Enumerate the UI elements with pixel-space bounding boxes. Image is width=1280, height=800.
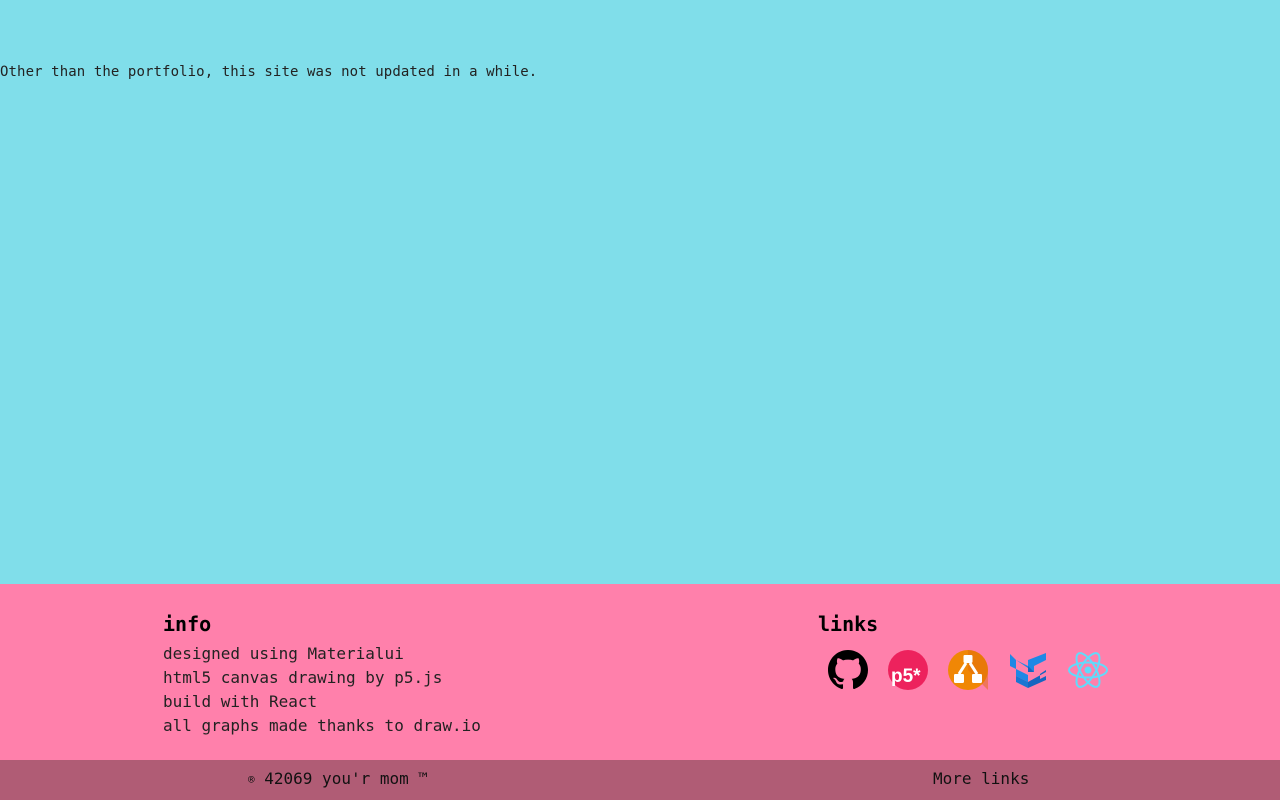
info-line-materialui: designed using Materialui xyxy=(163,644,404,663)
drawio-icon xyxy=(948,650,988,690)
site-notice: Other than the portfolio, this site was … xyxy=(0,64,538,80)
p5js-link[interactable]: p5* xyxy=(888,650,928,690)
info-section: info designed using Materialui html5 can… xyxy=(163,610,481,738)
materialui-icon xyxy=(1010,653,1046,688)
bottom-bar: ® 42069 you'r mom ™ More links xyxy=(0,760,1280,800)
info-heading: info xyxy=(163,612,212,636)
main-content: Other than the portfolio, this site was … xyxy=(0,0,1280,584)
footer: info designed using Materialui html5 can… xyxy=(0,584,1280,760)
links-section: links p5* xyxy=(818,610,1108,690)
info-line-react: build with React xyxy=(163,692,318,711)
links-icon-row: p5* xyxy=(828,650,1108,690)
info-line-p5js: html5 canvas drawing by p5.js xyxy=(163,668,443,687)
copyright-text: 42069 you'r mom ™ xyxy=(254,769,429,788)
drawio-link[interactable] xyxy=(948,650,988,690)
materialui-link[interactable] xyxy=(1008,650,1048,690)
registered-symbol: ® xyxy=(248,773,255,786)
github-icon xyxy=(828,650,868,690)
more-links-button[interactable]: More links xyxy=(933,769,1029,788)
copyright: ® 42069 you'r mom ™ xyxy=(248,769,428,788)
p5js-icon: p5* xyxy=(888,650,928,690)
github-link[interactable] xyxy=(828,650,868,690)
links-heading: links xyxy=(818,612,879,636)
react-icon xyxy=(1068,652,1108,688)
p5js-icon-text: p5* xyxy=(891,666,921,687)
info-line-drawio: all graphs made thanks to draw.io xyxy=(163,716,481,735)
react-link[interactable] xyxy=(1068,650,1108,690)
